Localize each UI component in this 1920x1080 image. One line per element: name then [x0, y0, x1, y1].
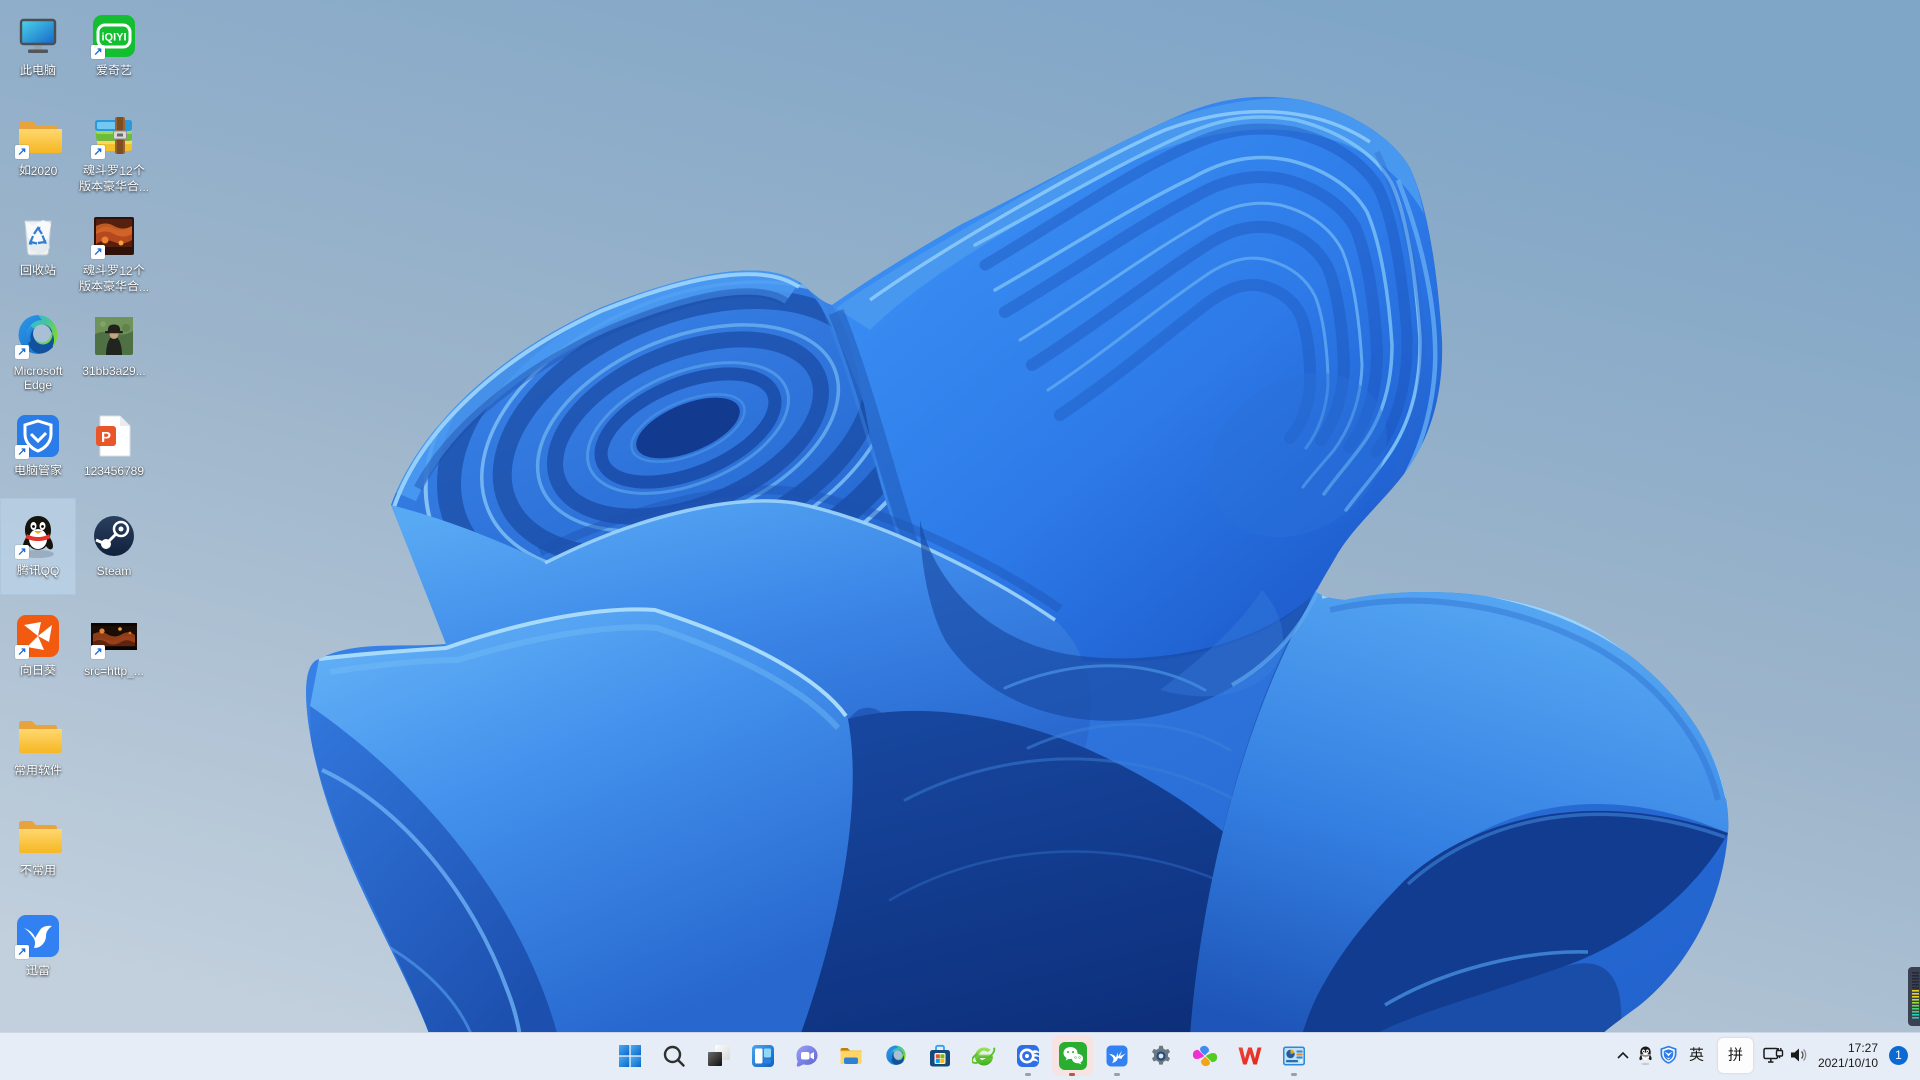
- svg-text:iQIYI: iQIYI: [101, 32, 126, 44]
- svg-text:P: P: [101, 429, 111, 446]
